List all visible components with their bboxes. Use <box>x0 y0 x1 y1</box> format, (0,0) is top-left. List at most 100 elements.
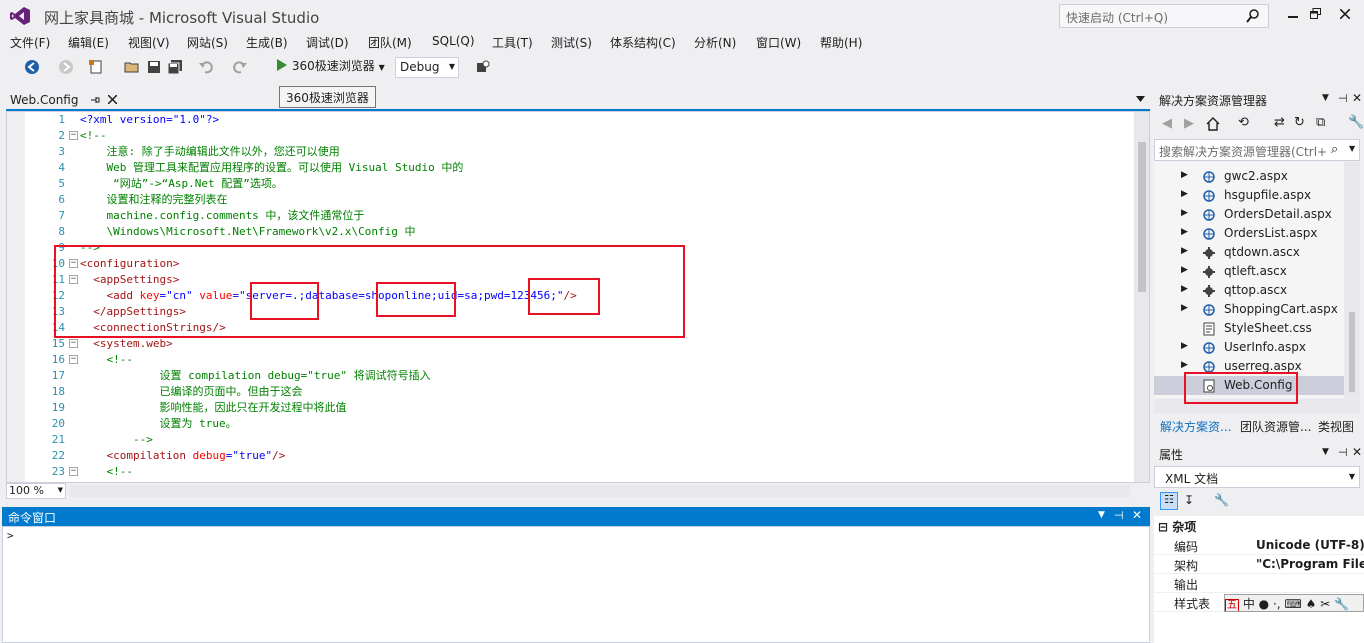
tree-item-gwc2-aspx[interactable]: ▶ gwc2.aspx <box>1154 167 1344 186</box>
ime-settings-icon[interactable]: 🔧 <box>1334 597 1349 611</box>
expand-icon[interactable]: ▶ <box>1181 303 1188 313</box>
dropdown-icon[interactable]: ▼ <box>1322 447 1329 457</box>
save-icon[interactable] <box>146 59 162 75</box>
property-row[interactable]: 输出 <box>1154 574 1364 593</box>
back-icon[interactable]: ◀ <box>1162 116 1172 131</box>
home-icon[interactable] <box>1206 117 1220 131</box>
navigate-forward-icon[interactable] <box>58 59 74 75</box>
collapse-icon[interactable]: − <box>69 339 78 348</box>
ime-punct-icon[interactable]: ·, <box>1273 597 1281 611</box>
menu-window[interactable]: 窗口(W) <box>756 34 801 51</box>
tree-item-qttop-ascx[interactable]: ▶ qttop.ascx <box>1154 281 1344 300</box>
command-window-body[interactable]: > <box>2 526 1150 643</box>
open-file-icon[interactable] <box>124 59 140 75</box>
collapse-icon[interactable]: ⊟ <box>1158 520 1172 534</box>
expand-icon[interactable]: ▶ <box>1181 341 1188 351</box>
solution-configuration-select[interactable]: Debug ▼ <box>395 57 459 78</box>
pin-icon[interactable]: ⊣ <box>1338 446 1348 459</box>
start-debugging-button[interactable]: 360极速浏览器 ▼ <box>276 57 385 78</box>
property-pages-icon[interactable]: 🔧 <box>1214 493 1229 507</box>
new-project-icon[interactable] <box>88 59 104 75</box>
menu-debug[interactable]: 调试(D) <box>306 34 349 51</box>
restore-button[interactable] <box>1302 4 1328 26</box>
collapse-icon[interactable]: − <box>69 131 78 140</box>
close-button[interactable] <box>1332 4 1358 26</box>
scrollbar-thumb[interactable] <box>1138 142 1146 292</box>
tree-item-orderslist-aspx[interactable]: ▶ OrdersList.aspx <box>1154 224 1344 243</box>
undo-icon[interactable] <box>198 59 214 75</box>
tree-item-stylesheet-css[interactable]: StyleSheet.css <box>1154 319 1344 338</box>
close-icon[interactable]: ✕ <box>1132 508 1142 522</box>
pending-changes-icon[interactable]: ⇄ <box>1274 115 1285 130</box>
forward-icon[interactable]: ▶ <box>1184 116 1194 131</box>
tree-item-shoppingcart-aspx[interactable]: ▶ ShoppingCart.aspx <box>1154 300 1344 319</box>
collapse-icon[interactable]: − <box>69 467 78 476</box>
zoom-select[interactable]: 100 % ▼ <box>6 483 66 499</box>
editor-horizontal-scrollbar[interactable] <box>70 485 1130 497</box>
close-icon[interactable]: ✕ <box>1352 445 1362 459</box>
redo-icon[interactable] <box>232 59 248 75</box>
tree-item-hsgupfile-aspx[interactable]: ▶ hsgupfile.aspx <box>1154 186 1344 205</box>
chevron-down-icon[interactable]: ▼ <box>379 63 385 72</box>
close-tab-icon[interactable] <box>108 95 117 104</box>
categorized-icon[interactable]: ☷ <box>1160 492 1178 510</box>
collapse-all-icon[interactable]: ⧉ <box>1316 115 1325 130</box>
expand-icon[interactable]: ▶ <box>1181 360 1188 370</box>
menu-team[interactable]: 团队(M) <box>368 34 412 51</box>
menu-view[interactable]: 视图(V) <box>128 34 170 51</box>
menu-website[interactable]: 网站(S) <box>187 34 228 51</box>
menu-sql[interactable]: SQL(Q) <box>432 34 475 48</box>
solution-explorer-vertical-scrollbar[interactable] <box>1344 162 1360 398</box>
ime-tools-icon[interactable]: ✂ <box>1320 597 1330 611</box>
tab-team-explorer[interactable]: 团队资源管... <box>1240 418 1311 435</box>
menu-analyze[interactable]: 分析(N) <box>694 34 736 51</box>
expand-icon[interactable]: ▶ <box>1181 208 1188 218</box>
tab-web-config[interactable]: Web.Config <box>6 90 122 110</box>
refresh-icon[interactable]: ↻ <box>1294 115 1305 130</box>
tree-item-qtleft-ascx[interactable]: ▶ qtleft.ascx <box>1154 262 1344 281</box>
tree-item-userinfo-aspx[interactable]: ▶ UserInfo.aspx <box>1154 338 1344 357</box>
property-row[interactable]: 架构 "C:\Program File <box>1154 555 1364 574</box>
properties-icon[interactable]: 🔧 <box>1348 115 1364 130</box>
dropdown-icon[interactable]: ▼ <box>1098 510 1105 520</box>
chevron-down-icon[interactable]: ▼ <box>1349 144 1355 153</box>
sync-icon[interactable]: ⟲ <box>1238 115 1249 130</box>
ime-mode[interactable]: 中 <box>1243 597 1255 611</box>
alphabetical-icon[interactable]: ↧ <box>1184 493 1194 507</box>
dropdown-icon[interactable]: ▼ <box>1322 93 1329 103</box>
expand-icon[interactable]: ▶ <box>1181 246 1188 256</box>
find-in-files-icon[interactable] <box>475 59 491 75</box>
tree-item-qtdown-ascx[interactable]: ▶ qtdown.ascx <box>1154 243 1344 262</box>
close-icon[interactable]: ✕ <box>1352 91 1362 105</box>
property-row[interactable]: 样式表 五 中 ● ·, ⌨ ♠ ✂ 🔧 <box>1154 593 1364 612</box>
scrollbar-thumb[interactable] <box>1349 312 1355 392</box>
menu-tools[interactable]: 工具(T) <box>492 34 533 51</box>
tab-solution-explorer[interactable]: 解决方案资... <box>1160 418 1231 435</box>
menu-file[interactable]: 文件(F) <box>10 34 50 51</box>
expand-icon[interactable]: ▶ <box>1181 265 1188 275</box>
collapse-icon[interactable]: − <box>69 355 78 364</box>
tab-overflow-icon[interactable] <box>1136 96 1145 102</box>
property-category[interactable]: ⊟ 杂项 <box>1154 516 1364 535</box>
ime-halfwidth-icon[interactable]: ● <box>1259 597 1269 611</box>
save-all-icon[interactable] <box>167 59 183 75</box>
properties-object-select[interactable]: XML 文档 ▼ <box>1154 466 1360 488</box>
expand-icon[interactable]: ▶ <box>1181 284 1188 294</box>
expand-icon[interactable]: ▶ <box>1181 189 1188 199</box>
navigate-back-icon[interactable] <box>24 59 40 75</box>
expand-icon[interactable]: ▶ <box>1181 170 1188 180</box>
tree-item-ordersdetail-aspx[interactable]: ▶ OrdersDetail.aspx <box>1154 205 1344 224</box>
property-row[interactable]: 编码 Unicode (UTF-8) <box>1154 536 1364 555</box>
solution-explorer-search-input[interactable]: 搜索解决方案资源管理器(Ctrl+ ⌕ ▼ <box>1154 139 1360 161</box>
ime-skin-icon[interactable]: ♠ <box>1306 597 1317 611</box>
keyboard-icon[interactable]: ⌨ <box>1284 597 1301 611</box>
menu-test[interactable]: 测试(S) <box>551 34 592 51</box>
pin-icon[interactable] <box>90 95 100 105</box>
pin-icon[interactable]: ⊣ <box>1338 92 1348 105</box>
pin-icon[interactable]: ⊣ <box>1114 509 1124 522</box>
menu-build[interactable]: 生成(B) <box>246 34 288 51</box>
tab-class-view[interactable]: 类视图 <box>1318 418 1354 435</box>
editor-vertical-scrollbar[interactable] <box>1134 112 1149 482</box>
quick-launch-input[interactable]: 快速启动 (Ctrl+Q) <box>1059 4 1269 28</box>
ime-toolbar[interactable]: 五 中 ● ·, ⌨ ♠ ✂ 🔧 <box>1224 594 1364 612</box>
